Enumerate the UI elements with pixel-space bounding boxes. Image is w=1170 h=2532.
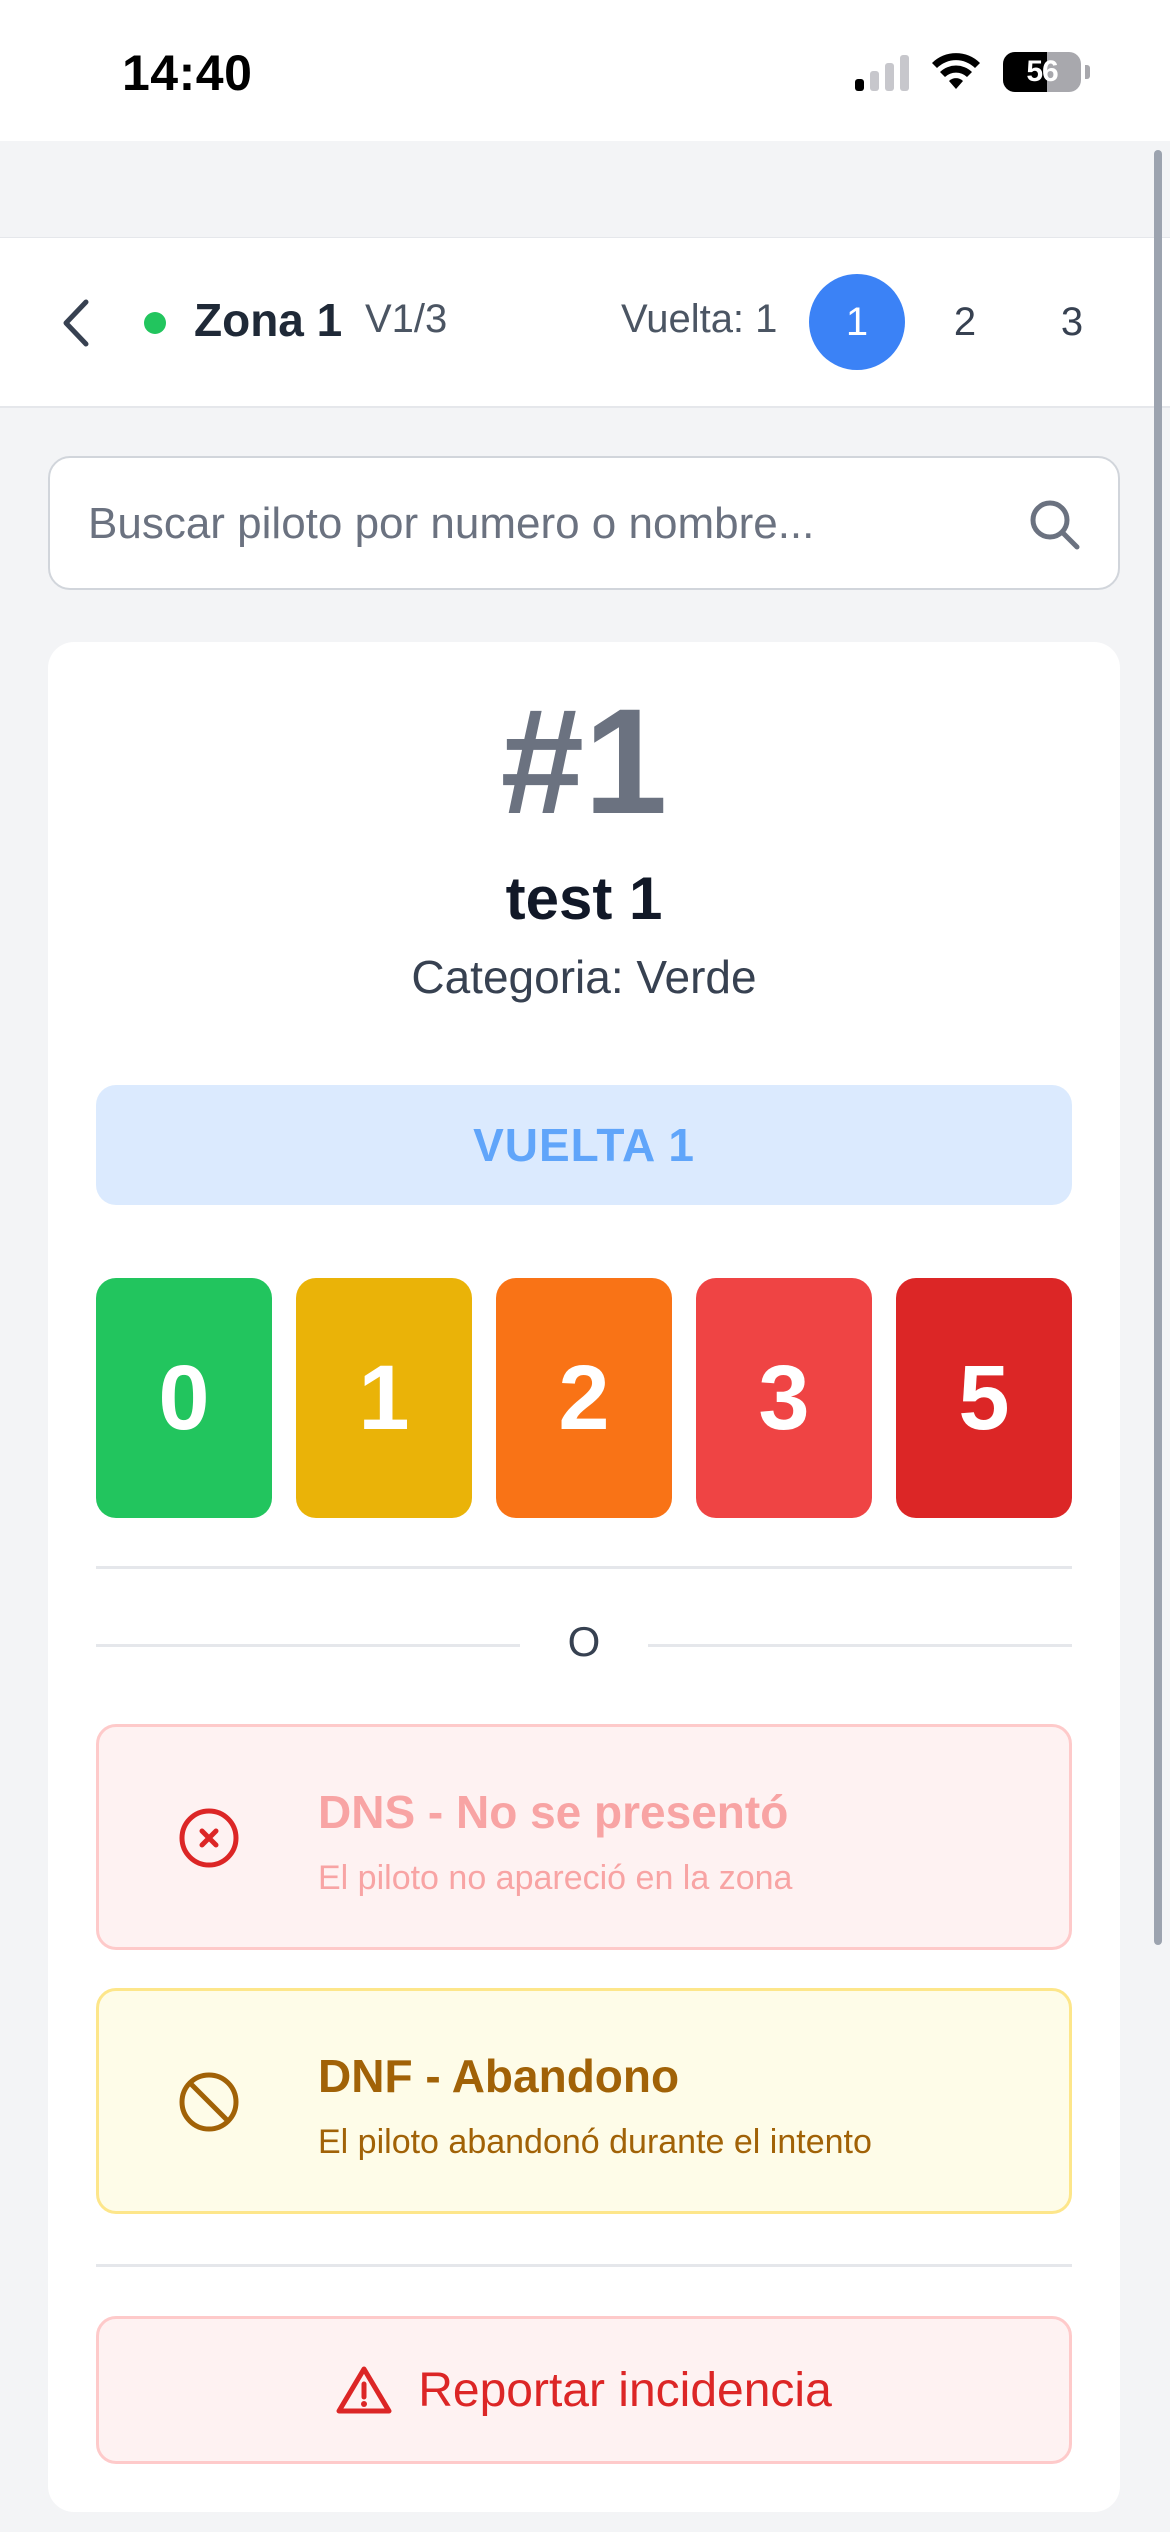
battery-icon: 56 bbox=[1003, 52, 1081, 92]
pilot-name: test 1 bbox=[505, 865, 663, 932]
dnf-option[interactable]: DNF - Abandono El piloto abandonó durant… bbox=[96, 1988, 1072, 2214]
search-icon[interactable] bbox=[1026, 496, 1082, 552]
back-chevron-icon[interactable] bbox=[56, 296, 96, 350]
status-icons: 56 bbox=[855, 52, 1090, 92]
zone-status-dot bbox=[144, 312, 166, 334]
score-button-1[interactable]: 1 bbox=[296, 1278, 472, 1518]
score-button-5[interactable]: 5 bbox=[896, 1278, 1072, 1518]
divider-bottom bbox=[96, 2264, 1072, 2267]
warning-triangle-icon bbox=[336, 2366, 392, 2414]
score-button-3[interactable]: 3 bbox=[696, 1278, 872, 1518]
status-time: 14:40 bbox=[122, 45, 253, 101]
dns-title: DNS - No se presentó bbox=[318, 1786, 789, 1838]
score-button-2[interactable]: 2 bbox=[496, 1278, 672, 1518]
zone-name: Zona 1 bbox=[194, 294, 343, 346]
divider-or-left bbox=[96, 1644, 520, 1647]
pilot-category: Categoria: Verde bbox=[411, 951, 757, 1003]
report-incident-label: Reportar incidencia bbox=[418, 2363, 832, 2417]
wifi-icon bbox=[932, 53, 980, 89]
score-button-0[interactable]: 0 bbox=[96, 1278, 272, 1518]
scrollbar[interactable] bbox=[1154, 150, 1162, 1945]
pilot-card: #1 test 1 Categoria: Verde VUELTA 1 0 1 … bbox=[48, 642, 1120, 2512]
x-circle-icon bbox=[179, 1808, 239, 1868]
zone-version: V1/3 bbox=[365, 297, 448, 341]
divider-top bbox=[96, 1566, 1072, 1569]
lap-button-2[interactable]: 2 bbox=[917, 274, 1013, 370]
dns-description: El piloto no apareció en la zona bbox=[318, 1859, 793, 1897]
or-separator: O bbox=[567, 1618, 601, 1665]
dnf-title: DNF - Abandono bbox=[318, 2050, 680, 2102]
status-bar: 14:40 56 bbox=[0, 0, 1170, 141]
report-incident-button[interactable]: Reportar incidencia bbox=[96, 2316, 1072, 2464]
cellular-signal-icon bbox=[855, 53, 909, 91]
ban-icon bbox=[179, 2072, 239, 2132]
dns-option[interactable]: DNS - No se presentó El piloto no aparec… bbox=[96, 1724, 1072, 1950]
battery-tip bbox=[1085, 65, 1090, 79]
divider-or-right bbox=[648, 1644, 1072, 1647]
search-input[interactable] bbox=[86, 458, 1010, 590]
lap-button-3[interactable]: 3 bbox=[1024, 274, 1120, 370]
zone-header: Zona 1 V1/3 Vuelta: 1 1 2 3 bbox=[0, 237, 1170, 408]
lap-label: Vuelta: 1 bbox=[621, 297, 778, 341]
pilot-number: #1 bbox=[500, 677, 668, 845]
dnf-description: El piloto abandonó durante el intento bbox=[318, 2123, 872, 2161]
search-box bbox=[48, 456, 1120, 590]
battery-level: 56 bbox=[1026, 55, 1058, 88]
lap-banner: VUELTA 1 bbox=[96, 1085, 1072, 1205]
lap-button-1[interactable]: 1 bbox=[809, 274, 905, 370]
